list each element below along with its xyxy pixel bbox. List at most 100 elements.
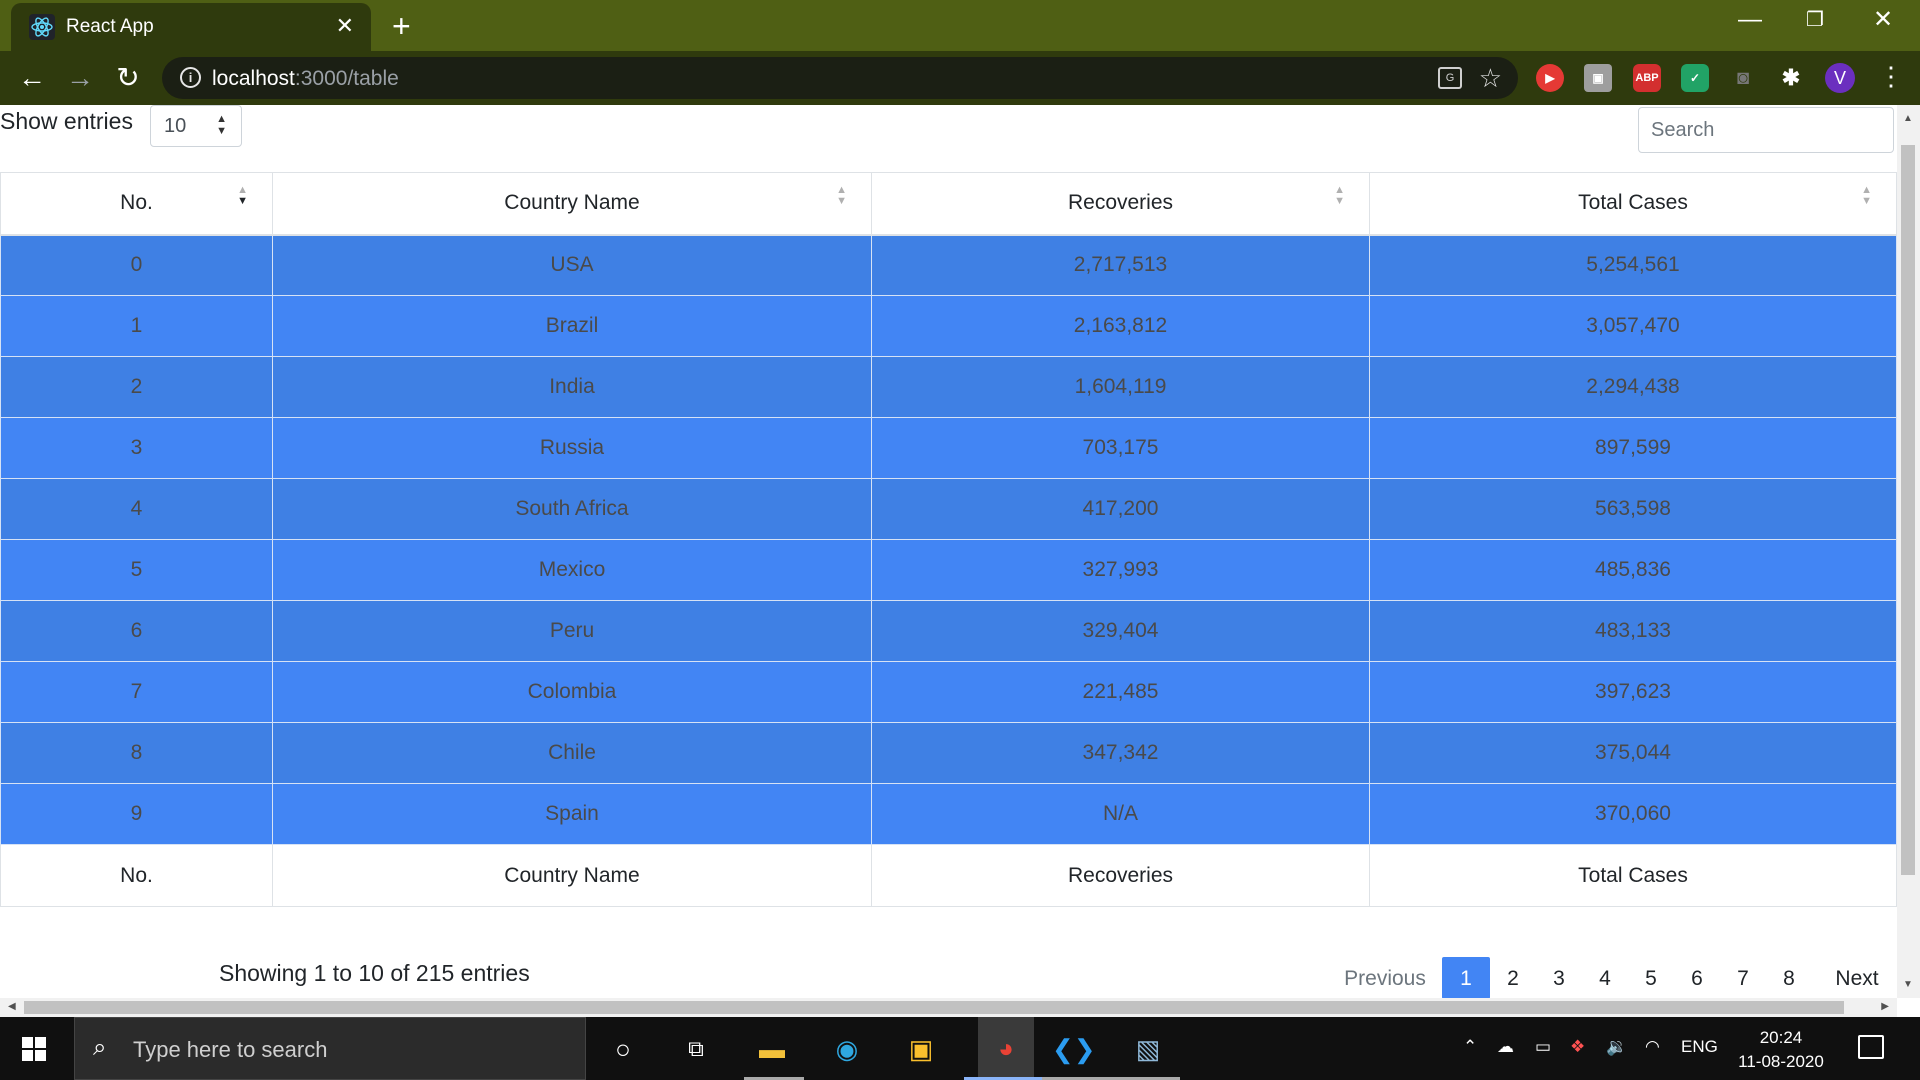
wifi-icon[interactable]: ◠ bbox=[1645, 1037, 1660, 1057]
page-button-6[interactable]: 6 bbox=[1674, 957, 1720, 998]
table-row: 6 Peru 329,404 483,133 bbox=[0, 600, 1897, 662]
url-text[interactable]: localhost:3000/table bbox=[212, 67, 399, 91]
table-row: 3 Russia 703,175 897,599 bbox=[0, 417, 1897, 479]
restore-icon[interactable]: ❐ bbox=[1806, 8, 1824, 32]
scroll-left-icon[interactable]: ◀ bbox=[8, 1001, 16, 1012]
select-arrows-icon: ▲ ▼ bbox=[216, 113, 227, 137]
grey-extension-icon[interactable]: ▣ bbox=[1584, 64, 1612, 92]
page-button-7[interactable]: 7 bbox=[1720, 957, 1766, 998]
entries-select[interactable]: 10 ▲ ▼ bbox=[150, 105, 242, 147]
profile-avatar[interactable]: V bbox=[1825, 63, 1855, 93]
cortana-icon[interactable]: ○ bbox=[603, 1029, 643, 1069]
new-tab-icon[interactable]: + bbox=[392, 10, 411, 42]
header-recoveries[interactable]: Recoveries ▲ ▼ bbox=[871, 172, 1370, 236]
scroll-down-icon[interactable]: ▼ bbox=[1903, 979, 1913, 990]
header-no[interactable]: No. ▲ ▼ bbox=[0, 172, 273, 236]
close-tab-icon[interactable]: ✕ bbox=[336, 15, 354, 37]
extensions-puzzle-icon[interactable]: ✱ bbox=[1777, 64, 1805, 92]
sort-icon[interactable]: ▲ ▼ bbox=[237, 185, 248, 207]
youtube-extension-icon[interactable]: ▶ bbox=[1536, 64, 1564, 92]
vertical-scroll-thumb[interactable] bbox=[1901, 145, 1915, 875]
check-extension-icon[interactable]: ✓ bbox=[1681, 64, 1709, 92]
task-view-icon[interactable]: ⧉ bbox=[676, 1029, 716, 1069]
camera-extension-icon[interactable]: ◙ bbox=[1729, 64, 1757, 92]
cell-country-name: Russia bbox=[272, 417, 872, 479]
tray-chevron-icon[interactable]: ⌃ bbox=[1463, 1037, 1477, 1057]
taskbar-search[interactable]: ⌕ Type here to search bbox=[74, 1017, 586, 1080]
dropbox-icon[interactable]: ❖ bbox=[1570, 1037, 1585, 1057]
header-total-cases[interactable]: Total Cases ▲ ▼ bbox=[1369, 172, 1897, 236]
cell-total-cases: 897,599 bbox=[1369, 417, 1897, 479]
cell-recoveries: 2,717,513 bbox=[871, 234, 1370, 296]
cell-total-cases: 563,598 bbox=[1369, 478, 1897, 540]
page-button-8[interactable]: 8 bbox=[1766, 957, 1812, 998]
site-info-icon[interactable]: i bbox=[180, 67, 201, 88]
address-bar[interactable]: i localhost:3000/table G ☆ bbox=[162, 57, 1518, 99]
back-icon[interactable]: ← bbox=[16, 62, 48, 94]
adblock-icon[interactable]: ABP bbox=[1633, 64, 1661, 92]
page-button-4[interactable]: 4 bbox=[1582, 957, 1628, 998]
cell-country-name: Spain bbox=[272, 783, 872, 845]
cell-recoveries: 703,175 bbox=[871, 417, 1370, 479]
bookmark-star-icon[interactable]: ☆ bbox=[1479, 63, 1502, 94]
vscode-icon[interactable]: ❮❯ bbox=[1052, 1029, 1096, 1069]
battery-icon[interactable]: ▭ bbox=[1535, 1037, 1551, 1057]
search-icon: ⌕ bbox=[93, 1034, 107, 1061]
translate-icon[interactable]: G bbox=[1438, 67, 1462, 89]
cell-no: 2 bbox=[0, 356, 273, 418]
horizontal-scroll-thumb[interactable] bbox=[24, 1001, 1844, 1014]
taskbar: ⌕ Type here to search ○ ⧉ ▬ ◉ ▣ ◕ ❮❯ ▧ ⌃… bbox=[0, 1017, 1920, 1080]
cell-recoveries: 2,163,812 bbox=[871, 295, 1370, 357]
table-row: 4 South Africa 417,200 563,598 bbox=[0, 478, 1897, 540]
footer-no: No. bbox=[0, 844, 273, 907]
cell-country-name: Brazil bbox=[272, 295, 872, 357]
menu-kebab-icon[interactable]: ⋮ bbox=[1878, 63, 1904, 89]
page-button-1[interactable]: 1 bbox=[1442, 957, 1490, 998]
table-row: 5 Mexico 327,993 485,836 bbox=[0, 539, 1897, 601]
minimize-icon[interactable]: — bbox=[1738, 8, 1762, 32]
cell-total-cases: 375,044 bbox=[1369, 722, 1897, 784]
header-country-name[interactable]: Country Name ▲ ▼ bbox=[272, 172, 872, 236]
language-indicator[interactable]: ENG bbox=[1681, 1037, 1718, 1057]
scroll-up-icon[interactable]: ▲ bbox=[1903, 113, 1913, 124]
forward-icon[interactable]: → bbox=[64, 62, 96, 94]
app-icon[interactable]: ▧ bbox=[1128, 1029, 1168, 1069]
horizontal-scrollbar[interactable]: ◀ ▶ bbox=[0, 998, 1897, 1017]
page-button-2[interactable]: 2 bbox=[1490, 957, 1536, 998]
page-button-5[interactable]: 5 bbox=[1628, 957, 1674, 998]
table-row: 2 India 1,604,119 2,294,438 bbox=[0, 356, 1897, 418]
table-row: 8 Chile 347,342 375,044 bbox=[0, 722, 1897, 784]
page-button-3[interactable]: 3 bbox=[1536, 957, 1582, 998]
notifications-icon[interactable] bbox=[1858, 1035, 1884, 1059]
header-label: Recoveries bbox=[1067, 191, 1174, 215]
clock[interactable]: 20:24 11-08-2020 bbox=[1735, 1026, 1827, 1074]
browser-tab[interactable]: React App ✕ bbox=[11, 3, 371, 51]
reload-icon[interactable]: ↻ bbox=[112, 62, 144, 94]
windows-start-icon[interactable] bbox=[22, 1037, 46, 1061]
search-input[interactable] bbox=[1638, 107, 1894, 153]
footer-country-name: Country Name bbox=[272, 844, 872, 907]
chrome-icon[interactable]: ◕ bbox=[978, 1017, 1034, 1080]
onedrive-icon[interactable]: ☁ bbox=[1497, 1037, 1514, 1057]
table-row: 7 Colombia 221,485 397,623 bbox=[0, 661, 1897, 723]
window-close-icon[interactable]: ✕ bbox=[1873, 8, 1893, 32]
sort-icon[interactable]: ▲ ▼ bbox=[1334, 185, 1345, 207]
cell-no: 4 bbox=[0, 478, 273, 540]
header-label: Country Name bbox=[504, 191, 640, 215]
cell-recoveries: 327,993 bbox=[871, 539, 1370, 601]
cell-country-name: USA bbox=[272, 234, 872, 296]
cell-recoveries: 347,342 bbox=[871, 722, 1370, 784]
next-page-button[interactable]: Next bbox=[1822, 957, 1892, 998]
page-viewport: Show entries 10 ▲▼ No.▲▼ Country Name▲▼ … bbox=[0, 105, 1897, 998]
store-icon[interactable]: ▣ bbox=[901, 1029, 941, 1069]
vertical-scrollbar[interactable]: ▲ ▼ bbox=[1897, 105, 1920, 998]
sort-icon[interactable]: ▲ ▼ bbox=[1861, 185, 1872, 207]
file-explorer-icon[interactable]: ▬ bbox=[752, 1029, 792, 1069]
previous-page-button[interactable]: Previous bbox=[1330, 957, 1440, 998]
edge-icon[interactable]: ◉ bbox=[827, 1029, 867, 1069]
cell-total-cases: 370,060 bbox=[1369, 783, 1897, 845]
scroll-right-icon[interactable]: ▶ bbox=[1881, 1001, 1889, 1012]
cell-no: 6 bbox=[0, 600, 273, 662]
volume-icon[interactable]: 🔉 bbox=[1606, 1037, 1627, 1057]
sort-icon[interactable]: ▲ ▼ bbox=[836, 185, 847, 207]
